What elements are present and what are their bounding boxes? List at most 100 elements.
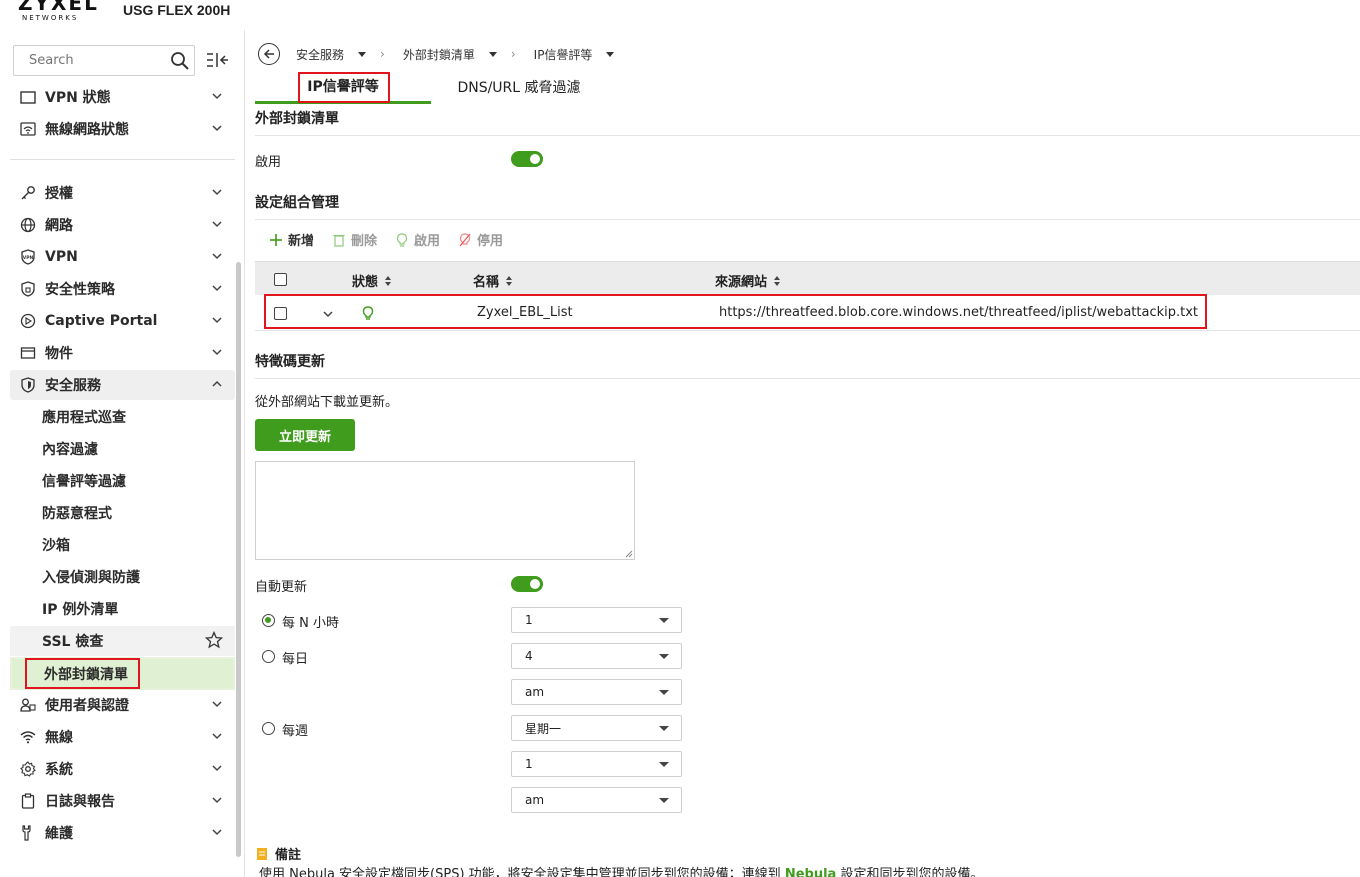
clipboard-icon xyxy=(19,792,37,810)
logo-subtext: NETWORKS xyxy=(22,14,79,22)
select-value: am xyxy=(525,685,545,699)
dropdown-caret-icon[interactable] xyxy=(358,51,367,57)
vpn-shield-icon: VPN xyxy=(19,248,37,266)
dropdown-arrow-icon xyxy=(659,726,669,731)
select-all-checkbox[interactable] xyxy=(274,273,287,286)
activate-button[interactable]: 啟用 xyxy=(395,230,440,249)
delete-button[interactable]: 刪除 xyxy=(332,230,377,249)
sidebar-item-system[interactable]: 系統 xyxy=(10,754,235,784)
daily-hour-select[interactable]: 4 xyxy=(511,643,682,669)
weekly-ampm-select[interactable]: am xyxy=(511,787,682,813)
dropdown-arrow-icon xyxy=(659,618,669,623)
breadcrumb-item-external-block-list[interactable]: 外部封鎖清單 xyxy=(403,46,511,63)
sidebar-divider xyxy=(10,159,235,160)
sidebar-item-logs-reports[interactable]: 日誌與報告 xyxy=(10,786,235,816)
sidebar-item-security-services[interactable]: 安全服務 xyxy=(10,370,235,400)
sidebar-scrollbar[interactable] xyxy=(236,262,241,857)
nebula-link[interactable]: Nebula xyxy=(785,867,837,877)
sidebar-item-label: VPN xyxy=(45,249,78,265)
column-header-label: 來源網站 xyxy=(715,275,768,290)
breadcrumb-item-security-services[interactable]: 安全服務 xyxy=(296,46,380,63)
sidebar-subitem-ssl-inspection[interactable]: SSL 檢查 xyxy=(10,626,235,656)
sidebar-subitem-ids-ips[interactable]: 入侵偵測與防護 xyxy=(10,562,235,592)
daily-radio[interactable] xyxy=(262,650,275,663)
resize-grip-icon[interactable] xyxy=(625,550,633,558)
auto-update-toggle[interactable] xyxy=(511,576,543,592)
tab-dns-url-threat-filter[interactable]: DNS/URL 威脅過濾 xyxy=(431,70,607,104)
sidebar-subitem-label: SSL 檢查 xyxy=(42,634,104,650)
wrench-icon xyxy=(19,824,37,842)
add-button-label: 新增 xyxy=(288,234,315,249)
section-title-external-block-list: 外部封鎖清單 xyxy=(255,111,339,127)
hourly-interval-select[interactable]: 1 xyxy=(511,607,682,633)
section-divider xyxy=(255,378,1360,379)
gear-icon xyxy=(19,760,37,778)
hourly-radio[interactable] xyxy=(262,614,275,627)
sidebar-item-license[interactable]: 授權 xyxy=(10,178,235,208)
enable-toggle[interactable] xyxy=(511,151,543,167)
collapse-sidebar-icon[interactable] xyxy=(206,52,228,68)
sidebar-item-network[interactable]: 網路 xyxy=(10,210,235,240)
signature-description: 從外部網站下載並更新。 xyxy=(255,395,399,410)
highlight-box xyxy=(298,72,390,103)
sidebar-item-vpn[interactable]: VPN VPN xyxy=(10,242,235,272)
sidebar-item-wireless[interactable]: 無線 xyxy=(10,722,235,752)
weekly-day-select[interactable]: 星期一 xyxy=(511,715,682,741)
sidebar-subitem-sandbox[interactable]: 沙箱 xyxy=(10,530,235,560)
sidebar-subitem-reputation-filter[interactable]: 信譽評等過濾 xyxy=(10,466,235,496)
security-policy-icon xyxy=(19,280,37,298)
breadcrumb-item-ip-reputation[interactable]: IP信譽評等 xyxy=(534,46,629,63)
favorite-star-icon[interactable] xyxy=(205,631,223,649)
search-input[interactable] xyxy=(14,46,164,75)
sidebar-subitem-label: 沙箱 xyxy=(42,538,70,554)
sidebar-item-security-policy[interactable]: 安全性策略 xyxy=(10,274,235,304)
sidebar-subitem-app-patrol[interactable]: 應用程式巡查 xyxy=(10,402,235,432)
key-icon xyxy=(19,184,37,202)
highlight-box xyxy=(25,658,140,689)
weekly-radio[interactable] xyxy=(262,722,275,735)
sidebar-subitem-ip-exception[interactable]: IP 例外清單 xyxy=(10,594,235,624)
breadcrumb-label: 安全服務 xyxy=(296,47,345,62)
column-header-source[interactable]: 來源網站 xyxy=(715,271,781,290)
trash-icon xyxy=(333,234,345,247)
note-text-before: 使用 Nebula 安全設定檔同步(SPS) 功能，將安全設定集中管理並同步到您… xyxy=(259,867,785,877)
daily-ampm-select[interactable]: am xyxy=(511,679,682,705)
sidebar-subitem-label: 入侵偵測與防護 xyxy=(42,570,140,586)
sidebar-item-users-auth[interactable]: 使用者與認證 xyxy=(10,690,235,720)
breadcrumb-label: 外部封鎖清單 xyxy=(402,47,475,62)
sort-icon[interactable] xyxy=(505,275,513,287)
add-button[interactable]: 新增 xyxy=(269,230,314,249)
sidebar-item-captive-portal[interactable]: Captive Portal xyxy=(10,306,235,336)
select-value: 4 xyxy=(525,649,533,663)
weekly-hour-select[interactable]: 1 xyxy=(511,751,682,777)
sidebar-item-label: 物件 xyxy=(45,346,73,362)
sidebar-item-vpn-status[interactable]: VPN 狀態 xyxy=(10,82,235,112)
sidebar-item-objects[interactable]: 物件 xyxy=(10,338,235,368)
column-header-name[interactable]: 名稱 xyxy=(473,271,513,290)
sidebar-search[interactable] xyxy=(13,45,195,76)
update-now-button[interactable]: 立即更新 xyxy=(255,419,355,451)
update-log-textarea[interactable] xyxy=(255,461,635,560)
dropdown-caret-icon[interactable] xyxy=(488,51,497,57)
column-header-label: 名稱 xyxy=(473,275,500,290)
sort-icon[interactable] xyxy=(384,275,392,287)
weekly-radio-label: 每週 xyxy=(282,724,309,739)
search-icon[interactable] xyxy=(170,51,190,71)
sidebar-item-maintenance[interactable]: 維護 xyxy=(10,818,235,848)
arrow-left-icon xyxy=(263,49,274,59)
chevron-down-icon xyxy=(212,285,222,292)
column-header-status[interactable]: 狀態 xyxy=(352,271,392,290)
captive-portal-icon xyxy=(19,312,37,330)
dropdown-arrow-icon xyxy=(659,762,669,767)
dropdown-caret-icon[interactable] xyxy=(606,51,615,57)
sidebar-item-label: 無線 xyxy=(45,730,73,746)
deactivate-button[interactable]: 停用 xyxy=(458,230,503,249)
sidebar-subitem-anti-malware[interactable]: 防惡意程式 xyxy=(10,498,235,528)
sidebar-item-label: 安全性策略 xyxy=(45,282,115,298)
sort-icon[interactable] xyxy=(773,275,781,287)
back-button[interactable] xyxy=(258,43,280,65)
sidebar-item-label: Captive Portal xyxy=(45,313,158,329)
sidebar-subitem-content-filter[interactable]: 內容過濾 xyxy=(10,434,235,464)
sidebar-item-wireless-status[interactable]: 無線網路狀態 xyxy=(10,114,235,144)
zyxel-logo[interactable]: ZYXEL NETWORKS xyxy=(18,0,98,22)
